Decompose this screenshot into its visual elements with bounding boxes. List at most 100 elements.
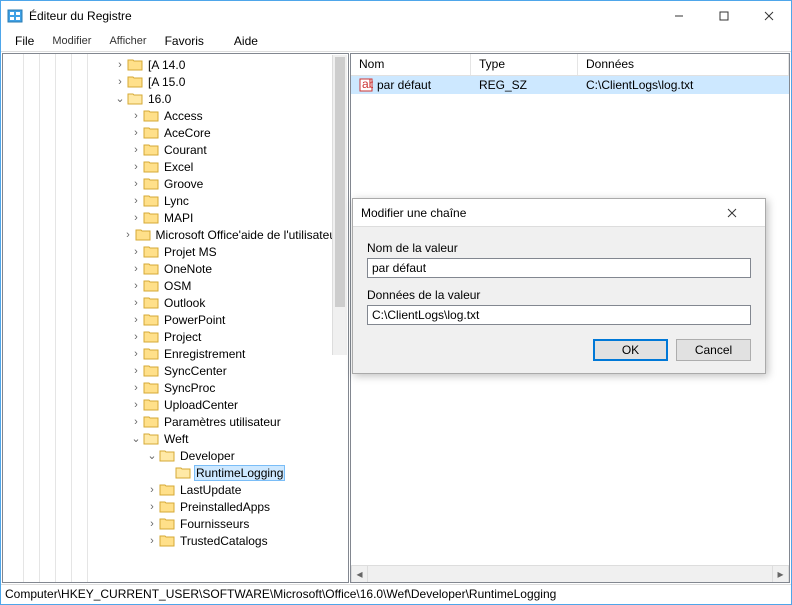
values-h-scrollbar[interactable]: ◂ ▸	[351, 565, 789, 582]
menu-edit[interactable]: Modifier	[44, 33, 99, 49]
maximize-button[interactable]	[701, 1, 746, 31]
folder-icon	[143, 109, 159, 122]
expand-toggle-icon[interactable]: ›	[121, 229, 134, 241]
folder-icon	[143, 398, 159, 411]
folder-icon	[159, 534, 175, 547]
menu-favorites[interactable]: Favoris	[157, 32, 212, 50]
ok-button[interactable]: OK	[593, 339, 668, 361]
tree-item-label: PowerPoint	[162, 313, 227, 327]
expand-toggle-icon[interactable]: ›	[129, 127, 143, 139]
expand-toggle-icon[interactable]: ›	[129, 348, 143, 360]
tree-item[interactable]: ›PreinstalledApps	[3, 498, 348, 515]
tree-item[interactable]: ⌄Developer	[3, 447, 348, 464]
tree-item[interactable]: ›Microsoft Office'aide de l'utilisateur	[3, 226, 348, 243]
expand-toggle-icon[interactable]: ›	[129, 297, 143, 309]
expand-toggle-icon[interactable]: ›	[145, 484, 159, 496]
expand-toggle-icon[interactable]: ›	[145, 518, 159, 530]
tree-item-label: Excel	[162, 160, 195, 174]
expand-toggle-icon[interactable]: ›	[129, 365, 143, 377]
tree-item[interactable]: ⌄16.0	[3, 90, 348, 107]
expand-toggle-icon[interactable]: ›	[129, 314, 143, 326]
expand-toggle-icon[interactable]: ›	[129, 212, 143, 224]
expand-toggle-icon[interactable]: ›	[129, 195, 143, 207]
expand-toggle-icon[interactable]: ›	[129, 246, 143, 258]
tree-item-label: Weft	[162, 432, 190, 446]
tree-item[interactable]: ›Fournisseurs	[3, 515, 348, 532]
expand-toggle-icon[interactable]: ›	[129, 144, 143, 156]
col-type[interactable]: Type	[471, 54, 578, 75]
tree-item-label: Outlook	[162, 296, 207, 310]
expand-toggle-icon[interactable]: ›	[145, 501, 159, 513]
expand-toggle-icon[interactable]: ›	[113, 76, 127, 88]
tree-item[interactable]: ›Access	[3, 107, 348, 124]
menu-file[interactable]: File	[7, 32, 42, 50]
tree-item[interactable]: ›MAPI	[3, 209, 348, 226]
tree-item[interactable]: › SyncCenter	[3, 362, 348, 379]
tree-item-label: Courant	[162, 143, 209, 157]
folder-icon	[143, 296, 159, 309]
folder-icon	[143, 381, 159, 394]
expand-toggle-icon[interactable]: ›	[129, 399, 143, 411]
expand-toggle-icon[interactable]: ⌄	[129, 432, 143, 445]
tree-item[interactable]: ›Enregistrement	[3, 345, 348, 362]
expand-toggle-icon[interactable]: ›	[129, 382, 143, 394]
tree-item[interactable]: › AceCore	[3, 124, 348, 141]
tree-item[interactable]: ›TrustedCatalogs	[3, 532, 348, 549]
folder-icon	[143, 364, 159, 377]
tree-item[interactable]: ⌄ Weft	[3, 430, 348, 447]
values-header[interactable]: Nom Type Données	[351, 54, 789, 76]
expand-toggle-icon[interactable]: ›	[129, 161, 143, 173]
tree-item[interactable]: ·RuntimeLogging	[3, 464, 348, 481]
tree-item-label: SyncCenter	[162, 364, 229, 378]
tree-item-label: [A 15.0	[146, 75, 187, 89]
menu-view[interactable]: Afficher	[101, 33, 154, 49]
regedit-icon	[7, 8, 23, 24]
col-data[interactable]: Données	[578, 54, 789, 75]
tree-item[interactable]: ›OneNote	[3, 260, 348, 277]
menu-help[interactable]: Aide	[226, 32, 266, 50]
tree-item[interactable]: ›LastUpdate	[3, 481, 348, 498]
tree-item[interactable]: ›Projet MS	[3, 243, 348, 260]
folder-icon	[159, 500, 175, 513]
tree-pane[interactable]: ›[A 14.0›[A 15.0⌄16.0›Access›AceCore›Cou…	[2, 53, 349, 583]
expand-toggle-icon[interactable]: ›	[129, 110, 143, 122]
tree-item-label: AceCore	[162, 126, 213, 140]
expand-toggle-icon[interactable]: ·	[161, 467, 175, 479]
expand-toggle-icon[interactable]: ›	[129, 263, 143, 275]
folder-icon	[143, 279, 159, 292]
scroll-left-icon[interactable]: ◂	[351, 566, 368, 582]
minimize-button[interactable]	[656, 1, 701, 31]
col-name[interactable]: Nom	[351, 54, 471, 75]
tree-item[interactable]: › Outlook	[3, 294, 348, 311]
tree-item[interactable]: › PowerPoint	[3, 311, 348, 328]
tree-item[interactable]: ›UploadCenter	[3, 396, 348, 413]
close-button[interactable]	[746, 1, 791, 31]
tree-item[interactable]: ›Lync	[3, 192, 348, 209]
tree-item[interactable]: ›Paramètres utilisateur	[3, 413, 348, 430]
tree-item[interactable]: ›OSM	[3, 277, 348, 294]
expand-toggle-icon[interactable]: ›	[129, 416, 143, 428]
tree-item[interactable]: › Excel	[3, 158, 348, 175]
dialog-close-button[interactable]	[727, 208, 757, 218]
expand-toggle-icon[interactable]: ⌄	[145, 449, 159, 462]
tree-item[interactable]: ›SyncProc	[3, 379, 348, 396]
expand-toggle-icon[interactable]: ›	[129, 178, 143, 190]
title-bar: Éditeur du Registre	[1, 1, 791, 31]
tree-item[interactable]: ›Groove	[3, 175, 348, 192]
expand-toggle-icon[interactable]: ›	[129, 280, 143, 292]
folder-icon	[143, 262, 159, 275]
expand-toggle-icon[interactable]: ›	[113, 59, 127, 71]
cancel-button[interactable]: Cancel	[676, 339, 751, 361]
expand-toggle-icon[interactable]: ›	[145, 535, 159, 547]
tree-item[interactable]: › Courant	[3, 141, 348, 158]
tree-item[interactable]: › [A 15.0	[3, 73, 348, 90]
expand-toggle-icon[interactable]: ›	[129, 331, 143, 343]
value-data-input[interactable]	[367, 305, 751, 325]
menu-bar: File Modifier Afficher Favoris Aide	[1, 31, 791, 51]
tree-item[interactable]: ›[A 14.0	[3, 56, 348, 73]
expand-toggle-icon[interactable]: ⌄	[113, 92, 127, 105]
value-row[interactable]: abpar défautREG_SZC:\ClientLogs\log.txt	[351, 76, 789, 94]
scroll-right-icon[interactable]: ▸	[772, 566, 789, 582]
tree-scrollbar[interactable]	[332, 55, 347, 355]
tree-item[interactable]: ›Project	[3, 328, 348, 345]
